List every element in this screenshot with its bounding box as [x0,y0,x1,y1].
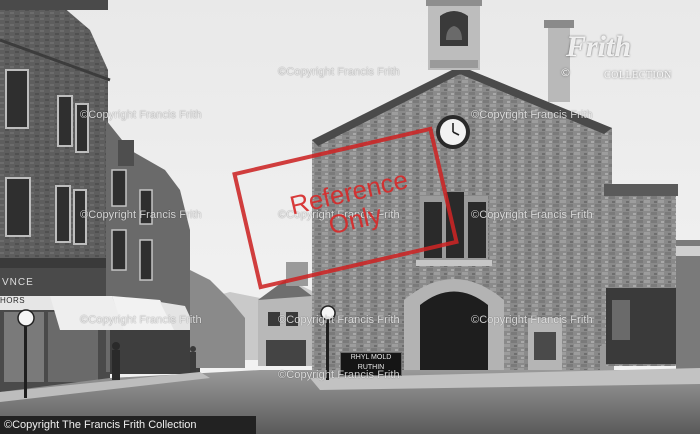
copyright-watermark: ©Copyright Francis Frith [278,369,400,381]
copyright-watermark: ©Copyright Francis Frith [278,66,400,78]
copyright-watermark: ©Copyright Francis Frith [471,109,593,121]
copyright-watermark: ©Copyright Francis Frith [471,314,593,326]
logo-brand: Frith [566,30,632,63]
logo-subtitle: COLLECTION [604,70,672,81]
copyright-watermark: ©Copyright Francis Frith [80,209,202,221]
logo-copyright-symbol: © [560,66,571,79]
copyright-watermark: ©Copyright Francis Frith [471,209,593,221]
frith-collection-logo: © Frith COLLECTION [560,20,676,98]
copyright-watermark: ©Copyright Francis Frith [278,314,400,326]
shop-sign: VNCE [2,277,34,288]
copyright-watermark: ©Copyright Francis Frith [80,109,202,121]
awning-lettering: HORS [0,296,26,305]
photograph: VNCE HORS RHYL MOLD RUTHIN ©Copyright Fr… [0,0,700,434]
copyright-caption: ©Copyright The Francis Frith Collection [0,416,256,434]
copyright-watermark: ©Copyright Francis Frith [80,314,202,326]
road-sign-line-1: RHYL MOLD [350,354,392,361]
